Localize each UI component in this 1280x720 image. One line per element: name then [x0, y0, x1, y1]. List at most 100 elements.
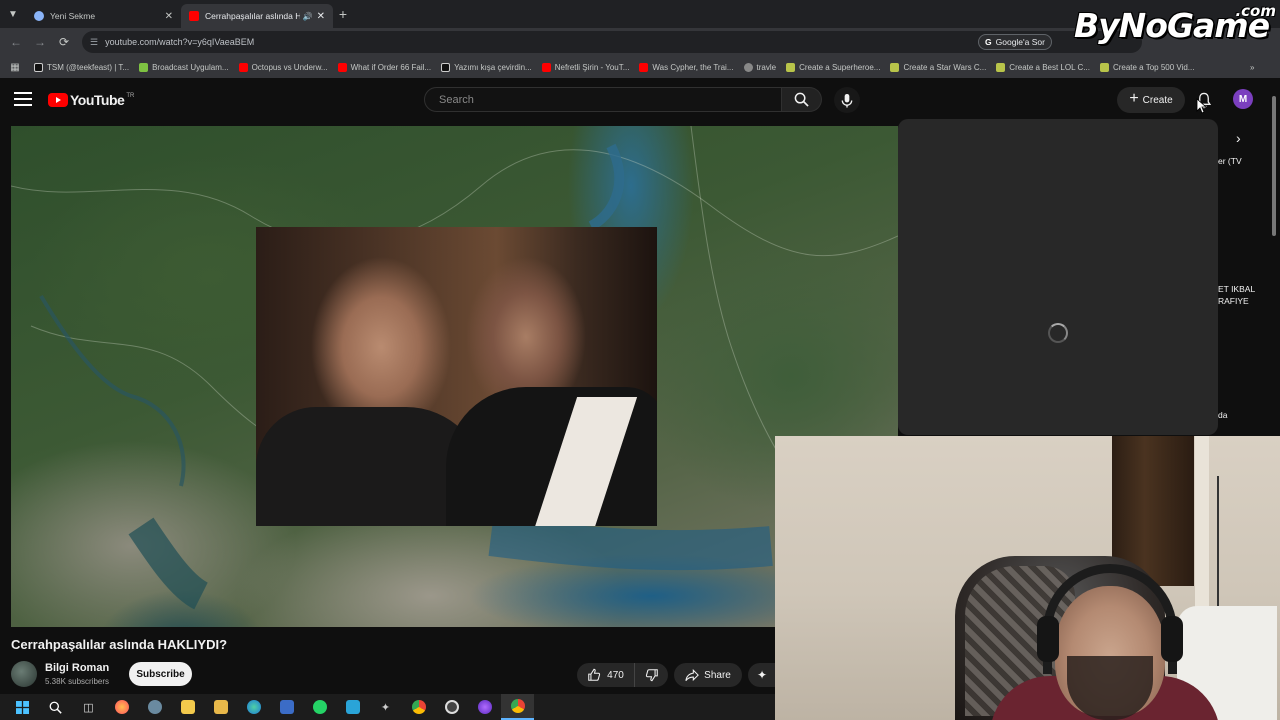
share-icon — [685, 668, 700, 681]
video-thumbnail-photo — [256, 227, 657, 526]
bookmarks-bar: ▦ TSM (@teekfeast) | T... Broadcast Uygu… — [0, 56, 1280, 78]
channel-name[interactable]: Bilgi Roman — [45, 662, 109, 674]
subscribe-label: Subscribe — [136, 668, 185, 680]
bookmark[interactable]: Create a Best LOL C... — [996, 62, 1090, 72]
windows-taskbar: ◫ ✦ — [0, 694, 775, 720]
screen: ▼ Yeni Sekme ✕ Cerrahpaşalılar aslında H… — [0, 0, 1280, 720]
app-icon[interactable]: ✦ — [369, 694, 402, 720]
store-icon[interactable] — [171, 694, 204, 720]
app-icon[interactable] — [468, 694, 501, 720]
subscriber-count: 5.38K subscribers — [45, 677, 110, 686]
url-text: youtube.com/watch?v=y6qIVaeaBEM — [105, 37, 255, 47]
google-icon: G — [985, 37, 992, 47]
youtube-favicon — [189, 11, 199, 21]
loading-spinner-icon — [1048, 323, 1068, 343]
back-icon[interactable]: ← — [4, 35, 28, 49]
google-lens-label: Google'a Sor — [995, 37, 1045, 47]
like-count: 470 — [607, 669, 624, 681]
mouse-cursor-icon — [1196, 98, 1206, 114]
bookmark[interactable]: Yazımı kışa çevirdin... — [441, 62, 532, 72]
avatar-letter: M — [1238, 93, 1248, 105]
plus-icon: + — [1129, 90, 1139, 107]
app-icon[interactable] — [336, 694, 369, 720]
windows-start-icon[interactable] — [6, 694, 39, 720]
youtube-play-icon — [48, 93, 68, 107]
chrome-icon[interactable] — [402, 694, 435, 720]
search-icon[interactable] — [39, 694, 72, 720]
close-icon[interactable]: ✕ — [317, 11, 325, 22]
video-title: Cerrahpaşalılar aslında HAKLIYDI? — [11, 637, 228, 652]
bookmark[interactable]: What if Order 66 Fail... — [337, 62, 431, 72]
ask-ai-button[interactable]: ✦ — [748, 663, 776, 687]
menu-icon[interactable] — [14, 92, 32, 106]
app-icon[interactable] — [270, 694, 303, 720]
close-icon[interactable]: ✕ — [165, 11, 173, 22]
youtube-logo-text: YouTube — [70, 92, 125, 108]
firefox-icon[interactable] — [105, 694, 138, 720]
youtube-header: YouTube TR Search + Create M — [0, 78, 1280, 122]
watermark-suffix: .com — [1235, 2, 1276, 20]
tab-title: Cerrahpaşalılar aslında HA — [205, 11, 300, 21]
create-button[interactable]: + Create — [1117, 87, 1185, 113]
app-icon[interactable] — [138, 694, 171, 720]
like-button[interactable]: 470 — [577, 663, 635, 687]
like-dislike-group: 470 — [577, 663, 668, 687]
new-tab-favicon — [34, 11, 44, 21]
subscribe-button[interactable]: Subscribe — [129, 662, 192, 686]
app-icon[interactable] — [435, 694, 468, 720]
chevron-right-icon[interactable]: › — [1236, 130, 1241, 146]
apps-grid-icon[interactable]: ▦ — [6, 62, 24, 73]
sidebar-peek-text: ET IKBAL — [1218, 284, 1256, 294]
thumbs-up-icon — [588, 668, 601, 681]
whatsapp-icon[interactable] — [303, 694, 336, 720]
webcam-overlay — [775, 436, 1280, 720]
tab-title: Yeni Sekme — [50, 11, 96, 21]
microphone-icon — [841, 93, 853, 108]
share-label: Share — [704, 669, 731, 681]
bookmark[interactable]: Nefretli Şirin - YouT... — [541, 62, 629, 72]
video-player[interactable] — [11, 126, 898, 627]
youtube-logo[interactable]: YouTube TR — [48, 92, 134, 108]
google-lens-button[interactable]: G Google'a Sor — [978, 34, 1052, 50]
search-icon — [794, 92, 809, 107]
tab-new-tab[interactable]: Yeni Sekme ✕ — [26, 4, 181, 28]
bookmark[interactable]: Was Cypher, the Trai... — [639, 62, 734, 72]
search-input[interactable]: Search — [424, 87, 782, 112]
tab-youtube-video[interactable]: Cerrahpaşalılar aslında HA 🔊 ✕ — [181, 4, 333, 28]
task-view-icon[interactable]: ◫ — [72, 694, 105, 720]
watermark-logo: ByNoGame .com — [1070, 2, 1280, 54]
new-tab-button[interactable]: + — [333, 6, 353, 22]
folder-icon[interactable] — [204, 694, 237, 720]
chrome-icon[interactable] — [501, 694, 534, 720]
bookmark[interactable]: Octopus vs Underw... — [238, 62, 328, 72]
bookmark[interactable]: Broadcast Uygulam... — [139, 62, 229, 72]
bookmark[interactable]: Create a Top 500 Vid... — [1099, 62, 1194, 72]
bookmark[interactable]: TSM (@teekfeast) | T... — [34, 62, 129, 72]
create-label: Create — [1142, 94, 1173, 106]
reload-icon[interactable]: ⟳ — [52, 35, 76, 49]
dislike-button[interactable] — [635, 663, 668, 687]
thumbs-down-icon — [645, 669, 658, 682]
search-placeholder: Search — [439, 93, 474, 106]
channel-avatar[interactable] — [11, 661, 37, 687]
edge-icon[interactable] — [237, 694, 270, 720]
scrollbar-thumb[interactable] — [1272, 96, 1276, 236]
search-button[interactable] — [782, 87, 822, 112]
site-info-icon[interactable]: ☰ — [90, 37, 98, 48]
bookmark[interactable]: travle — [743, 62, 776, 72]
forward-icon[interactable]: → — [28, 35, 52, 49]
bookmarks-overflow-icon[interactable]: » — [1250, 63, 1254, 72]
speaker-icon[interactable]: 🔊 — [303, 12, 313, 21]
voice-search-button[interactable] — [834, 87, 860, 113]
account-avatar[interactable]: M — [1233, 89, 1253, 109]
share-button[interactable]: Share — [674, 663, 742, 687]
tab-search-icon[interactable]: ▼ — [0, 0, 26, 28]
sparkle-icon: ✦ — [756, 668, 768, 682]
bookmark[interactable]: Create a Superheroe... — [786, 62, 880, 72]
sidebar-peek-text: da — [1218, 410, 1228, 420]
bookmark[interactable]: Create a Star Wars C... — [890, 62, 986, 72]
notifications-panel — [898, 119, 1218, 435]
sidebar-peek-text: er (TV — [1218, 156, 1242, 166]
country-code: TR — [126, 93, 135, 99]
sidebar-peek-text: RAFIYE — [1218, 296, 1249, 306]
